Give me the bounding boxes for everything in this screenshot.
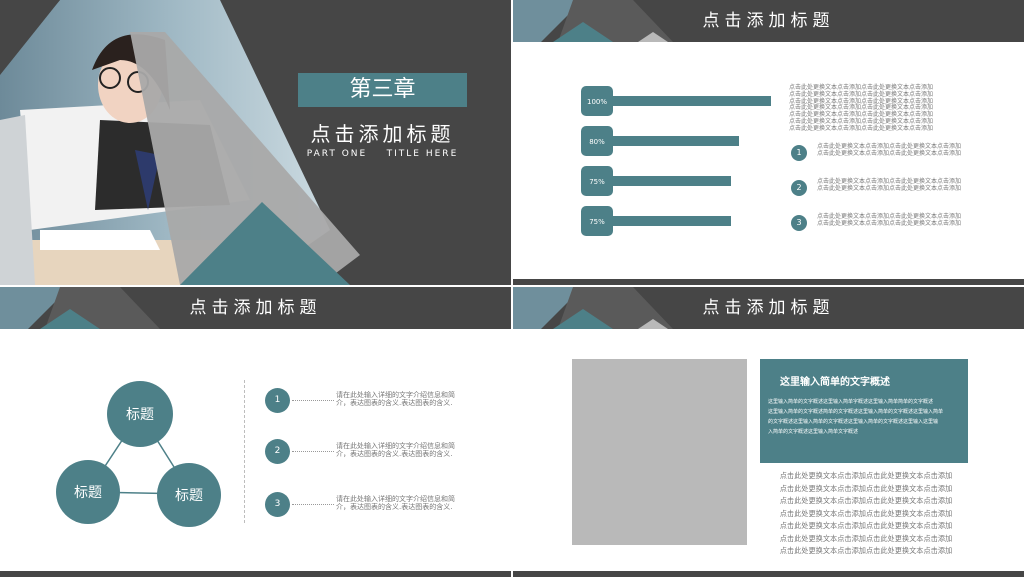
slide-header: 点击添加标题: [513, 287, 1024, 329]
number-badge: 3: [791, 215, 807, 231]
list-item-text: 请在此处输入详细的文字介绍信息和简: [336, 391, 455, 399]
circle-label: 标题: [175, 488, 203, 504]
dotted-connector: [292, 504, 334, 505]
summary-line: 这里输入简单的文字概述简单的文字概述这里输入简单的文字概述这里输入简单: [768, 409, 944, 415]
summary-text: 这里输入简单的文字概述这里输入简单字概述这里输入简单简单的文字概述这里输入简单的…: [768, 397, 964, 437]
list-item-text: 点击此处更换文本点击添加点击此处更换文本点击添加: [817, 150, 962, 157]
summary-title: 这里输入简单的文字概述: [780, 377, 890, 388]
slide-circle-diagram[interactable]: 点击添加标题 标题 标题 标题 1 请在此处输入详细的文字介绍信息和简 介，表达图表…: [0, 287, 511, 577]
progress-bar-chart: 100% 80% 75% 75%: [581, 86, 771, 236]
list-item-text: 点击此处更换文本点击添加点击此处更换文本点击添加: [817, 213, 962, 220]
list-item[interactable]: 2 点击此处更换文本点击添加点击此处更换文本点击添加 点击此处更换文本点击添加点击此…: [789, 178, 969, 200]
slide-progress-bars[interactable]: 点击添加标题 100% 80% 75% 75% 点击此处更换文本点击添加点击此处更换文…: [513, 0, 1024, 285]
body-line: 点击此处更换文本点击添加点击此处更换文本点击添加: [779, 483, 953, 493]
intro-text[interactable]: 点击此处更换文本点击添加点击此处更换文本点击添加 点击此处更换文本点击添加点击此处…: [789, 84, 959, 133]
summary-line: 这里输入简单的文字概述这里输入简单字概述这里输入简单简单的文字概述: [768, 399, 934, 405]
body-line: 点击此处更换文本点击添加点击此处更换文本点击添加: [779, 546, 953, 555]
dotted-connector: [292, 451, 334, 452]
progress-bar: [599, 96, 771, 106]
bottom-strip: [0, 571, 511, 577]
circle-left[interactable]: 标题: [56, 460, 120, 524]
slide-title[interactable]: 点击添加标题: [0, 287, 511, 329]
body-text[interactable]: 点击此处更换文本点击添加点击此处更换文本点击添加 点击此处更换文本点击添加点击此处…: [771, 470, 961, 558]
intro-line: 点击此处更换文本点击添加点击此处更换文本点击添加: [789, 124, 934, 132]
list-item[interactable]: 2 请在此处输入详细的文字介绍信息和简 介，表达图表的含义.表达图表的含义.: [265, 439, 485, 465]
body-line: 点击此处更换文本点击添加点击此处更换文本点击添加: [779, 496, 953, 505]
summary-line: 的文字概述这里输入简单的文字概述这里输入简单的文字概述这里输入这里输: [768, 419, 939, 425]
summary-line: 入简单的文字概述这里输入简单文字概述: [768, 429, 859, 435]
cover-title[interactable]: 点击添加标题: [298, 118, 467, 147]
list-item[interactable]: 1 点击此处更换文本点击添加点击此处更换文本点击添加 点击此处更换文本点击添加点击此…: [789, 143, 969, 165]
list-item-text: 介，表达图表的含义.表达图表的含义.: [336, 399, 453, 407]
list-item-text: 请在此处输入详细的文字介绍信息和简: [336, 442, 455, 450]
number-badge: 2: [265, 439, 290, 464]
list-item-text: 介，表达图表的含义.表达图表的含义.: [336, 450, 453, 458]
bottom-strip: [513, 571, 1024, 577]
list-item-text: 点击此处更换文本点击添加点击此处更换文本点击添加: [817, 143, 962, 150]
slide-text-summary[interactable]: 点击添加标题 这里输入简单的文字概述 这里输入简单的文字概述这里输入简单字概述这…: [513, 287, 1024, 577]
list-item-text: 请在此处输入详细的文字介绍信息和简: [336, 495, 455, 503]
circle-label: 标题: [74, 485, 102, 501]
list-item[interactable]: 3 点击此处更换文本点击添加点击此处更换文本点击添加 点击此处更换文本点击添加点击此…: [789, 213, 969, 235]
list-item-text: 介，表达图表的含义.表达图表的含义.: [336, 503, 453, 511]
progress-bar: [599, 136, 739, 146]
circle-top[interactable]: 标题: [107, 381, 173, 447]
body-line: 点击此处更换文本点击添加点击此处更换文本点击添加: [779, 533, 953, 543]
progress-label: 75%: [589, 218, 605, 226]
image-placeholder[interactable]: [572, 359, 747, 545]
list-item-text: 点击此处更换文本点击添加点击此处更换文本点击添加: [817, 185, 962, 192]
circle-label: 标题: [126, 407, 154, 423]
number-badge: 1: [791, 145, 807, 161]
progress-label: 75%: [589, 178, 605, 186]
progress-bar: [599, 176, 731, 186]
list-item[interactable]: 1 请在此处输入详细的文字介绍信息和简 介，表达图表的含义.表达图表的含义.: [265, 388, 485, 414]
chapter-badge: 第三章: [298, 73, 467, 107]
slide-header: 点击添加标题: [0, 287, 511, 329]
circle-right[interactable]: 标题: [157, 463, 221, 527]
list-item-text: 点击此处更换文本点击添加点击此处更换文本点击添加: [817, 178, 962, 185]
number-badge: 2: [791, 180, 807, 196]
summary-box[interactable]: 这里输入简单的文字概述 这里输入简单的文字概述这里输入简单字概述这里输入简单简单…: [760, 359, 968, 463]
slide-title[interactable]: 点击添加标题: [513, 287, 1024, 329]
body-line: 点击此处更换文本点击添加点击此处更换文本点击添加: [779, 471, 953, 480]
bottom-strip: [513, 279, 1024, 285]
list-item[interactable]: 3 请在此处输入详细的文字介绍信息和简 介，表达图表的含义.表达图表的含义.: [265, 492, 485, 518]
number-badge: 3: [265, 492, 290, 517]
body-line: 点击此处更换文本点击添加点击此处更换文本点击添加: [779, 508, 953, 518]
slide-chapter-cover[interactable]: 第三章 点击添加标题 PART ONE TITLE HERE: [0, 0, 511, 285]
slide-header: 点击添加标题: [513, 0, 1024, 42]
list-item-text: 点击此处更换文本点击添加点击此处更换文本点击添加: [817, 220, 962, 227]
body-line: 点击此处更换文本点击添加点击此处更换文本点击添加: [779, 521, 953, 530]
progress-label: 100%: [587, 98, 607, 106]
progress-label: 80%: [589, 138, 605, 146]
slide-title[interactable]: 点击添加标题: [513, 0, 1024, 42]
cover-subtitle[interactable]: PART ONE TITLE HERE: [298, 149, 467, 159]
vertical-divider: [244, 380, 245, 523]
number-badge: 1: [265, 388, 290, 413]
progress-bar: [599, 216, 731, 226]
dotted-connector: [292, 400, 334, 401]
